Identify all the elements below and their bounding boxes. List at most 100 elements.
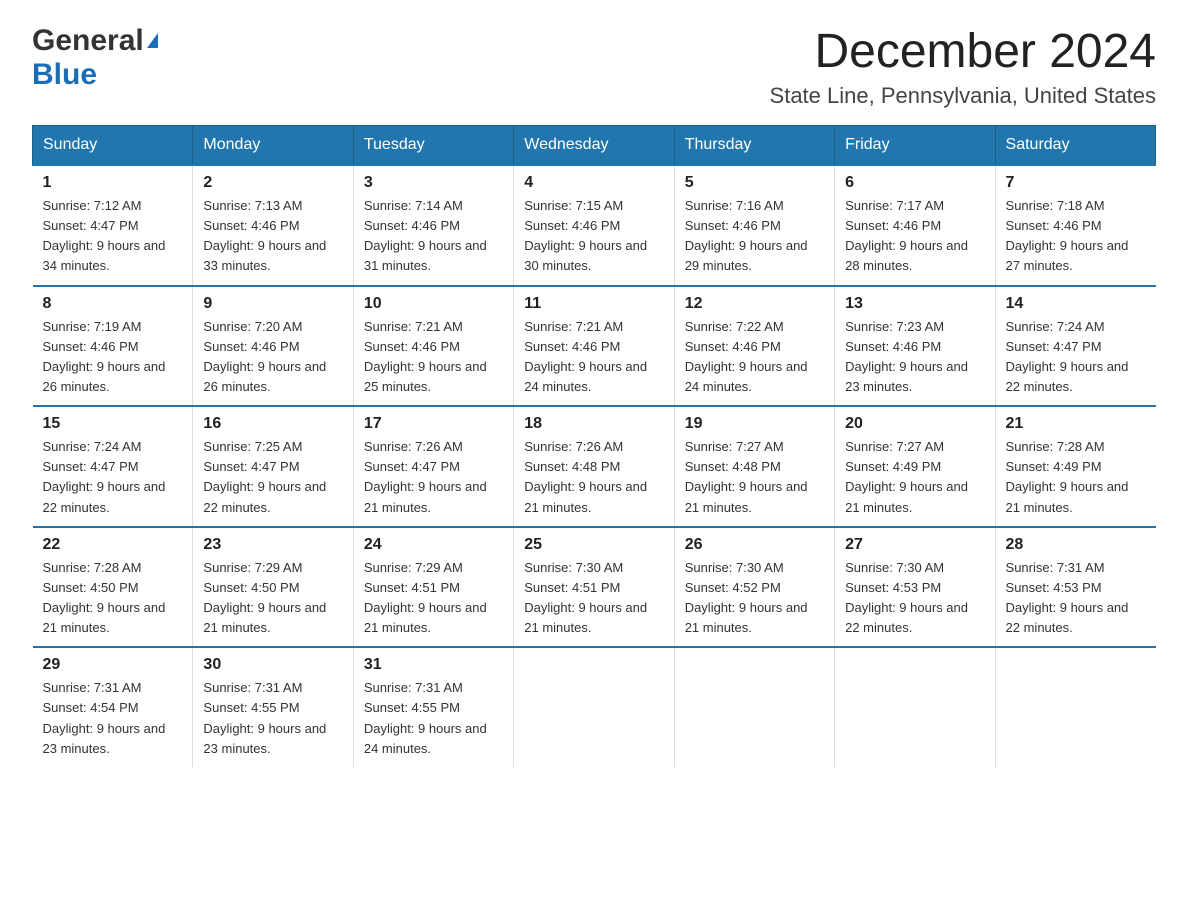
day-info: Sunrise: 7:30 AMSunset: 4:51 PMDaylight:…	[524, 558, 663, 639]
calendar-cell: 16Sunrise: 7:25 AMSunset: 4:47 PMDayligh…	[193, 406, 353, 527]
day-info: Sunrise: 7:31 AMSunset: 4:55 PMDaylight:…	[364, 678, 503, 759]
day-info: Sunrise: 7:29 AMSunset: 4:50 PMDaylight:…	[203, 558, 342, 639]
day-info: Sunrise: 7:31 AMSunset: 4:53 PMDaylight:…	[1006, 558, 1146, 639]
calendar-cell: 2Sunrise: 7:13 AMSunset: 4:46 PMDaylight…	[193, 165, 353, 286]
day-info: Sunrise: 7:28 AMSunset: 4:49 PMDaylight:…	[1006, 437, 1146, 518]
calendar-cell: 17Sunrise: 7:26 AMSunset: 4:47 PMDayligh…	[353, 406, 513, 527]
day-number: 29	[43, 656, 183, 674]
day-info: Sunrise: 7:12 AMSunset: 4:47 PMDaylight:…	[43, 196, 183, 277]
calendar-table: SundayMondayTuesdayWednesdayThursdayFrid…	[32, 125, 1156, 767]
calendar-week-row: 29 Sunrise: 7:31 AMSunset: 4:54 PMDayligh…	[33, 647, 1156, 767]
day-number: 21	[1006, 415, 1146, 433]
calendar-cell: 6 Sunrise: 7:17 AMSunset: 4:46 PMDaylight…	[835, 165, 995, 286]
day-info: Sunrise: 7:26 AMSunset: 4:47 PMDaylight:…	[364, 437, 503, 518]
day-number: 23	[203, 536, 342, 554]
day-number: 12	[685, 295, 824, 313]
day-number: 22	[43, 536, 183, 554]
calendar-week-row: 8 Sunrise: 7:19 AMSunset: 4:46 PMDaylight…	[33, 286, 1156, 407]
day-info: Sunrise: 7:20 AMSunset: 4:46 PMDaylight:…	[203, 317, 342, 398]
calendar-cell: 29 Sunrise: 7:31 AMSunset: 4:54 PMDayligh…	[33, 647, 193, 767]
day-info: Sunrise: 7:15 AMSunset: 4:46 PMDaylight:…	[524, 196, 663, 277]
logo-blue-text: Blue	[32, 58, 97, 91]
day-info: Sunrise: 7:24 AMSunset: 4:47 PMDaylight:…	[43, 437, 183, 518]
calendar-cell: 9 Sunrise: 7:20 AMSunset: 4:46 PMDaylight…	[193, 286, 353, 407]
col-header-friday: Friday	[835, 126, 995, 166]
logo-triangle-icon	[147, 33, 158, 48]
col-header-thursday: Thursday	[674, 126, 834, 166]
calendar-cell: 8 Sunrise: 7:19 AMSunset: 4:46 PMDaylight…	[33, 286, 193, 407]
calendar-week-row: 22 Sunrise: 7:28 AMSunset: 4:50 PMDayligh…	[33, 527, 1156, 648]
calendar-cell: 7Sunrise: 7:18 AMSunset: 4:46 PMDaylight…	[995, 165, 1155, 286]
day-number: 9	[203, 295, 342, 313]
day-number: 27	[845, 536, 984, 554]
calendar-cell: 26Sunrise: 7:30 AMSunset: 4:52 PMDayligh…	[674, 527, 834, 648]
day-info: Sunrise: 7:31 AMSunset: 4:54 PMDaylight:…	[43, 678, 183, 759]
calendar-cell: 1 Sunrise: 7:12 AMSunset: 4:47 PMDaylight…	[33, 165, 193, 286]
col-header-saturday: Saturday	[995, 126, 1155, 166]
calendar-week-row: 15 Sunrise: 7:24 AMSunset: 4:47 PMDayligh…	[33, 406, 1156, 527]
page-header: General Blue December 2024 State Line, P…	[32, 24, 1156, 109]
day-info: Sunrise: 7:27 AMSunset: 4:48 PMDaylight:…	[685, 437, 824, 518]
day-number: 24	[364, 536, 503, 554]
day-info: Sunrise: 7:21 AMSunset: 4:46 PMDaylight:…	[524, 317, 663, 398]
day-number: 18	[524, 415, 663, 433]
location-subtitle: State Line, Pennsylvania, United States	[770, 83, 1156, 109]
day-info: Sunrise: 7:23 AMSunset: 4:46 PMDaylight:…	[845, 317, 984, 398]
day-number: 16	[203, 415, 342, 433]
day-number: 25	[524, 536, 663, 554]
col-header-tuesday: Tuesday	[353, 126, 513, 166]
day-number: 13	[845, 295, 984, 313]
day-number: 3	[364, 174, 503, 192]
day-info: Sunrise: 7:18 AMSunset: 4:46 PMDaylight:…	[1006, 196, 1146, 277]
day-number: 11	[524, 295, 663, 313]
day-info: Sunrise: 7:26 AMSunset: 4:48 PMDaylight:…	[524, 437, 663, 518]
day-number: 15	[43, 415, 183, 433]
calendar-cell: 19Sunrise: 7:27 AMSunset: 4:48 PMDayligh…	[674, 406, 834, 527]
day-number: 8	[43, 295, 183, 313]
calendar-cell: 12 Sunrise: 7:22 AMSunset: 4:46 PMDayligh…	[674, 286, 834, 407]
day-number: 4	[524, 174, 663, 192]
day-number: 10	[364, 295, 503, 313]
calendar-cell: 3Sunrise: 7:14 AMSunset: 4:46 PMDaylight…	[353, 165, 513, 286]
logo-general-text: General	[32, 24, 144, 58]
calendar-cell: 18 Sunrise: 7:26 AMSunset: 4:48 PMDayligh…	[514, 406, 674, 527]
day-number: 28	[1006, 536, 1146, 554]
day-number: 1	[43, 174, 183, 192]
day-info: Sunrise: 7:17 AMSunset: 4:46 PMDaylight:…	[845, 196, 984, 277]
col-header-monday: Monday	[193, 126, 353, 166]
calendar-cell: 22 Sunrise: 7:28 AMSunset: 4:50 PMDayligh…	[33, 527, 193, 648]
day-info: Sunrise: 7:16 AMSunset: 4:46 PMDaylight:…	[685, 196, 824, 277]
day-info: Sunrise: 7:31 AMSunset: 4:55 PMDaylight:…	[203, 678, 342, 759]
day-info: Sunrise: 7:13 AMSunset: 4:46 PMDaylight:…	[203, 196, 342, 277]
calendar-cell: 31Sunrise: 7:31 AMSunset: 4:55 PMDayligh…	[353, 647, 513, 767]
calendar-cell	[835, 647, 995, 767]
calendar-cell: 13 Sunrise: 7:23 AMSunset: 4:46 PMDayligh…	[835, 286, 995, 407]
calendar-cell: 30Sunrise: 7:31 AMSunset: 4:55 PMDayligh…	[193, 647, 353, 767]
calendar-cell: 4 Sunrise: 7:15 AMSunset: 4:46 PMDaylight…	[514, 165, 674, 286]
calendar-cell: 15 Sunrise: 7:24 AMSunset: 4:47 PMDayligh…	[33, 406, 193, 527]
day-number: 26	[685, 536, 824, 554]
day-number: 6	[845, 174, 984, 192]
calendar-cell: 23 Sunrise: 7:29 AMSunset: 4:50 PMDayligh…	[193, 527, 353, 648]
calendar-week-row: 1 Sunrise: 7:12 AMSunset: 4:47 PMDaylight…	[33, 165, 1156, 286]
calendar-cell: 28 Sunrise: 7:31 AMSunset: 4:53 PMDayligh…	[995, 527, 1155, 648]
day-number: 14	[1006, 295, 1146, 313]
day-number: 20	[845, 415, 984, 433]
calendar-cell: 14 Sunrise: 7:24 AMSunset: 4:47 PMDayligh…	[995, 286, 1155, 407]
day-info: Sunrise: 7:30 AMSunset: 4:53 PMDaylight:…	[845, 558, 984, 639]
calendar-cell: 21 Sunrise: 7:28 AMSunset: 4:49 PMDayligh…	[995, 406, 1155, 527]
calendar-cell	[514, 647, 674, 767]
day-info: Sunrise: 7:24 AMSunset: 4:47 PMDaylight:…	[1006, 317, 1146, 398]
calendar-cell	[674, 647, 834, 767]
col-header-wednesday: Wednesday	[514, 126, 674, 166]
day-info: Sunrise: 7:27 AMSunset: 4:49 PMDaylight:…	[845, 437, 984, 518]
day-number: 5	[685, 174, 824, 192]
calendar-cell: 10Sunrise: 7:21 AMSunset: 4:46 PMDayligh…	[353, 286, 513, 407]
day-info: Sunrise: 7:28 AMSunset: 4:50 PMDaylight:…	[43, 558, 183, 639]
calendar-cell: 20 Sunrise: 7:27 AMSunset: 4:49 PMDayligh…	[835, 406, 995, 527]
calendar-cell: 5 Sunrise: 7:16 AMSunset: 4:46 PMDaylight…	[674, 165, 834, 286]
day-info: Sunrise: 7:22 AMSunset: 4:46 PMDaylight:…	[685, 317, 824, 398]
month-title: December 2024	[770, 24, 1156, 79]
day-info: Sunrise: 7:19 AMSunset: 4:46 PMDaylight:…	[43, 317, 183, 398]
calendar-cell	[995, 647, 1155, 767]
